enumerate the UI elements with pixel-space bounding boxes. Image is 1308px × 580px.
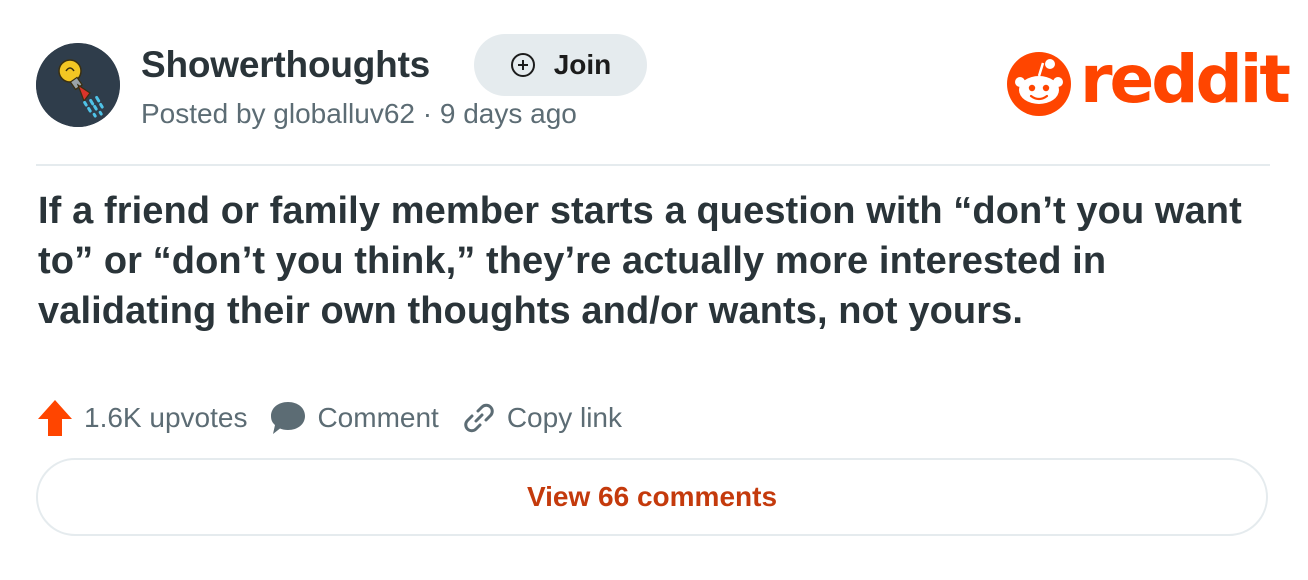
reddit-logo: reddit <box>1006 44 1291 120</box>
reddit-wordmark: reddit <box>1080 41 1291 118</box>
subreddit-name[interactable]: Showerthoughts <box>141 42 430 88</box>
post-title[interactable]: If a friend or family member starts a qu… <box>38 186 1278 336</box>
comment-label: Comment <box>317 402 439 433</box>
post-meta: Posted by globalluv62 · 9 days ago <box>141 98 577 129</box>
upvote-count: 1.6K upvotes <box>84 402 248 433</box>
subreddit-avatar[interactable] <box>36 43 120 127</box>
action-bar: 1.6K upvotes Comment Copy link <box>36 396 644 440</box>
upvote-arrow-icon <box>38 400 72 436</box>
upvote-button[interactable]: 1.6K upvotes <box>36 398 247 438</box>
join-button[interactable]: Join <box>474 34 647 96</box>
plus-circle-icon <box>510 53 535 77</box>
divider <box>36 164 1270 166</box>
view-comments-button[interactable]: View 66 comments <box>36 458 1268 536</box>
chain-link-icon <box>464 403 494 433</box>
speech-bubble-icon <box>271 402 306 434</box>
snoo-icon <box>1007 52 1071 116</box>
join-label: Join <box>553 49 612 80</box>
post-card: Showerthoughts Join Posted by globalluv6… <box>0 0 1308 580</box>
view-comments-label: View 66 comments <box>526 481 778 512</box>
copy-link-label: Copy link <box>506 402 622 433</box>
copy-link-button[interactable]: Copy link <box>461 400 622 436</box>
comment-button[interactable]: Comment <box>269 400 439 436</box>
lightbulb-shower-icon <box>36 43 120 127</box>
